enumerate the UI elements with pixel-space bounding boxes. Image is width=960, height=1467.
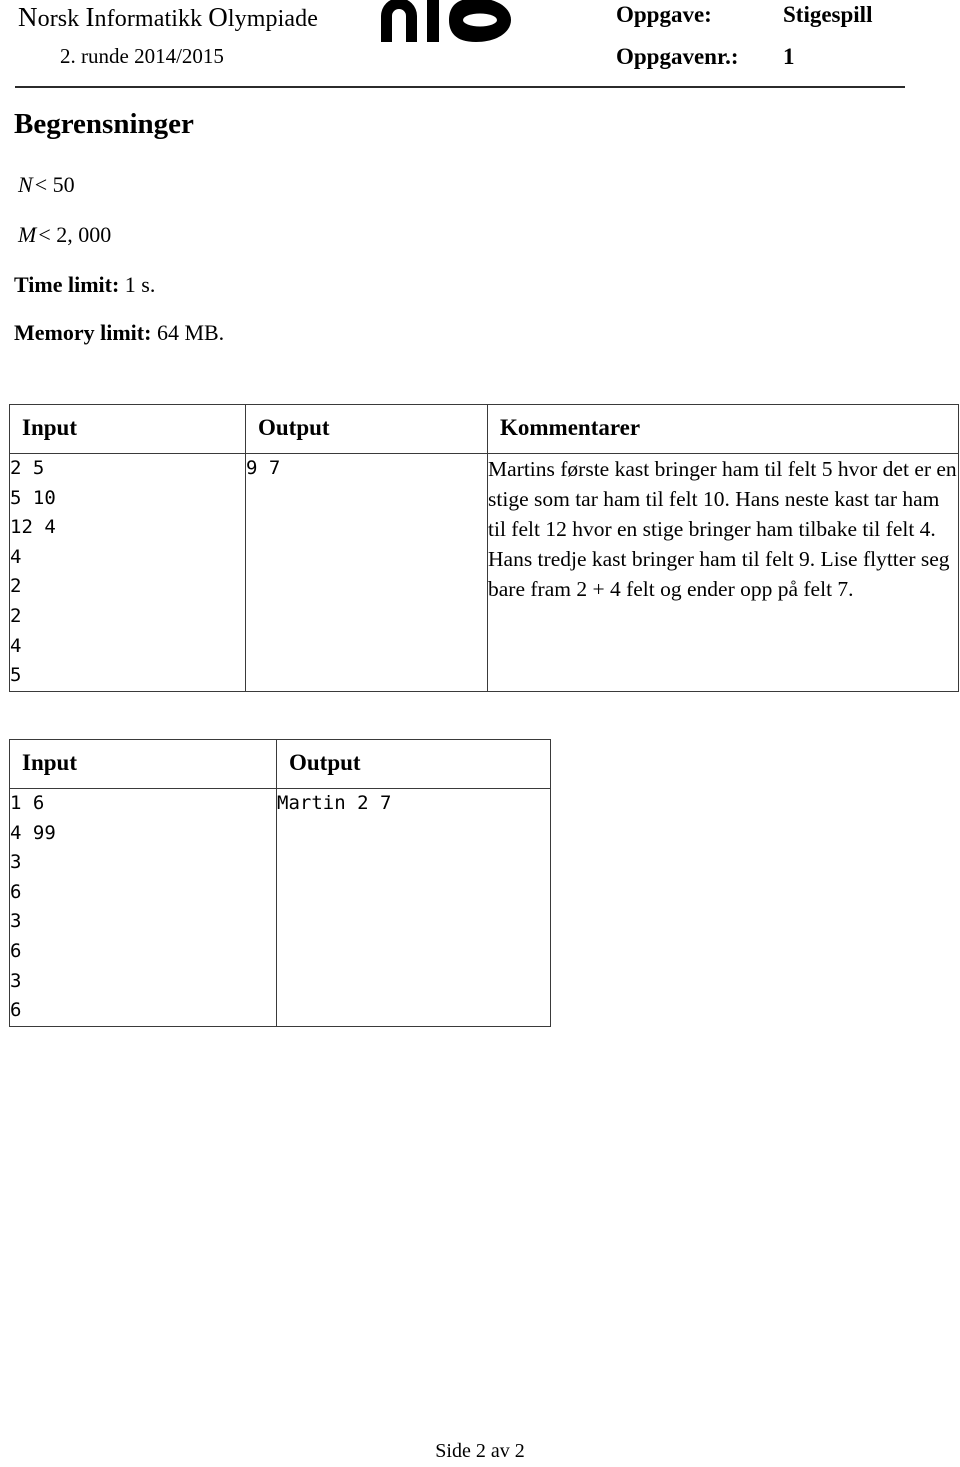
constraint-m: M< 2, 000 xyxy=(18,222,111,248)
column-header-kommentarer: Kommentarer xyxy=(487,404,959,454)
constraint-m-variable: M xyxy=(18,222,37,247)
constraint-m-expression: < 2, 000 xyxy=(38,222,112,247)
column-header-output: Output xyxy=(276,739,551,789)
memory-limit-label: Memory limit: xyxy=(14,320,152,345)
column-header-input: Input xyxy=(9,404,246,454)
contest-round: 2. runde 2014/2015 xyxy=(60,44,224,68)
org-rest-norsk: orsk xyxy=(37,6,80,32)
table-header-row: Input Output xyxy=(9,739,551,789)
column-header-input: Input xyxy=(9,739,277,789)
page-footer: Side 2 av 2 xyxy=(435,1440,525,1462)
org-cap-n: N xyxy=(18,2,38,32)
example-2-input-cell: 1 6 4 99 3 6 3 6 3 6 xyxy=(9,788,277,1027)
task-name-value: Stigespill xyxy=(783,2,873,27)
org-cap-o: O xyxy=(208,2,228,32)
task-number-label: Oppgavenr.: xyxy=(616,44,739,69)
example-1-output-cell: 9 7 xyxy=(245,453,488,692)
constraint-n-expression: < 50 xyxy=(34,172,75,197)
table-row: 2 5 5 10 12 4 4 2 2 4 5 9 7 Martins førs… xyxy=(9,453,959,692)
organization-name: Norsk Informatikk Olympiade xyxy=(18,2,318,33)
page-header: Norsk Informatikk Olympiade 2. runde 201… xyxy=(0,0,960,92)
org-rest-olympiade: lympiade xyxy=(227,6,319,32)
header-divider-rule xyxy=(15,86,905,88)
example-1-comment-cell: Martins første kast bringer ham til felt… xyxy=(487,453,959,692)
example-table-1: Input Output Kommentarer 2 5 5 10 12 4 4… xyxy=(9,404,959,692)
time-limit-label: Time limit: xyxy=(14,272,120,297)
constraint-n-variable: N xyxy=(18,172,33,197)
memory-limit-value: 64 MB. xyxy=(156,320,225,345)
nio-logo-icon xyxy=(381,0,511,42)
org-cap-i: I xyxy=(85,2,95,32)
time-limit-line: Time limit: 1 s. xyxy=(14,272,155,298)
section-heading-constraints: Begrensninger xyxy=(14,108,194,140)
constraint-n: N< 50 xyxy=(18,172,75,198)
task-label: Oppgave: xyxy=(616,2,712,27)
example-table-2: Input Output 1 6 4 99 3 6 3 6 3 6 Martin… xyxy=(9,739,551,1027)
org-rest-informatikk: nformatikk xyxy=(94,6,203,32)
example-1-comment-text: Martins første kast bringer ham til felt… xyxy=(488,457,957,601)
table-header-row: Input Output Kommentarer xyxy=(9,404,959,454)
task-number-value: 1 xyxy=(783,44,795,69)
time-limit-value: 1 s. xyxy=(124,272,156,297)
memory-limit-line: Memory limit: 64 MB. xyxy=(14,320,224,346)
column-header-output: Output xyxy=(245,404,488,454)
table-row: 1 6 4 99 3 6 3 6 3 6 Martin 2 7 xyxy=(9,788,551,1027)
example-1-input-cell: 2 5 5 10 12 4 4 2 2 4 5 xyxy=(9,453,246,692)
example-2-output-cell: Martin 2 7 xyxy=(276,788,551,1027)
